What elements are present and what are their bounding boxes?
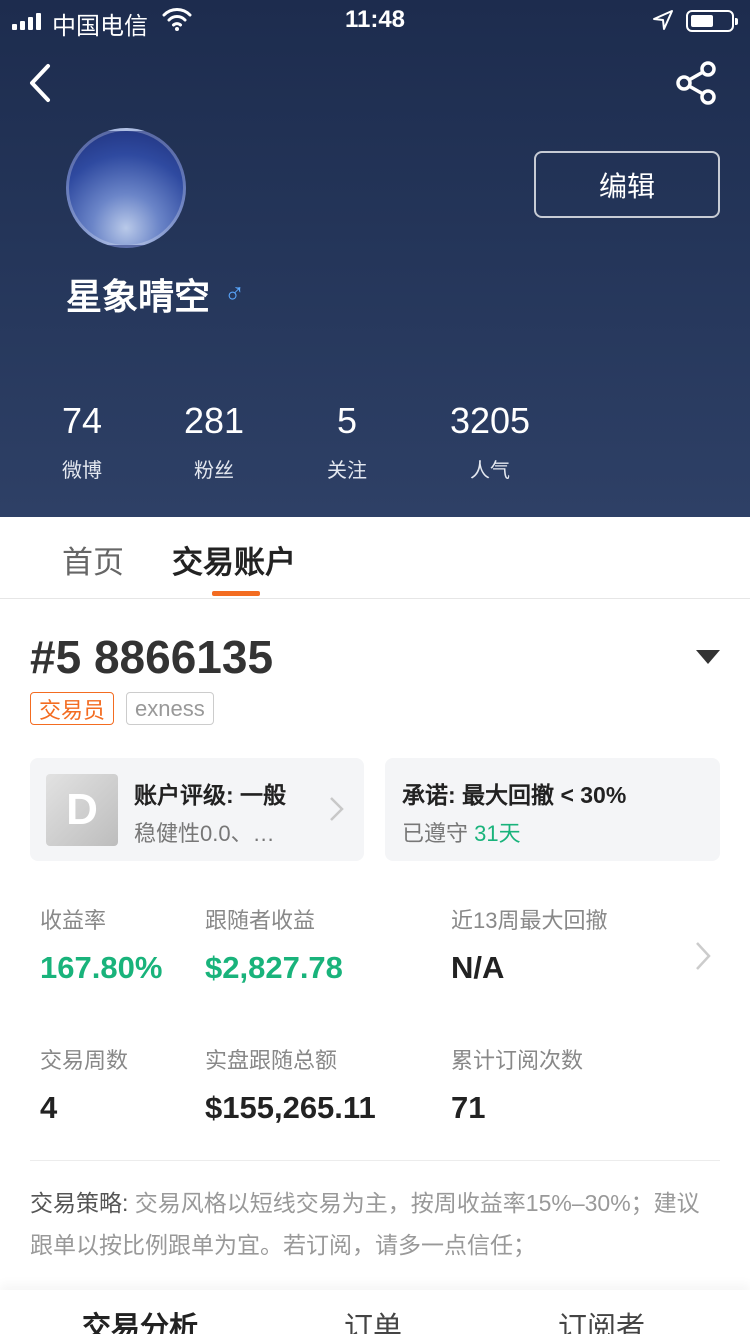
stat-label: 关注 bbox=[327, 460, 367, 482]
promise-kept-label: 已遵守 bbox=[402, 821, 469, 846]
promise-status: 已遵守 31天 bbox=[402, 816, 521, 848]
stat-label: 人气 bbox=[470, 460, 510, 482]
section-divider bbox=[30, 1160, 720, 1161]
chevron-right-icon bbox=[330, 797, 344, 821]
account-rating-card[interactable]: D 账户评级: 一般 稳健性0.0、… bbox=[30, 758, 364, 861]
male-icon: ♂ bbox=[224, 278, 246, 309]
promise-kept-days: 31天 bbox=[474, 821, 521, 846]
stat-value: 3205 bbox=[449, 400, 531, 441]
rating-subtitle: 稳健性0.0、… bbox=[134, 821, 275, 846]
max-drawdown-value: N/A bbox=[451, 950, 505, 985]
rating-title: 账户评级: 一般 bbox=[134, 782, 287, 808]
profile-header: 中国电信 11:48 编辑 星象晴空 ♂ 74 微博 281 粉丝 5 关注 3… bbox=[0, 0, 750, 517]
edit-profile-button[interactable]: 编辑 bbox=[534, 151, 720, 218]
stat-fans[interactable]: 281 粉丝 bbox=[170, 400, 258, 483]
stat-weibo[interactable]: 74 微博 bbox=[40, 400, 124, 483]
analysis-tabs: 交易分析 订单 订阅者 bbox=[0, 1290, 750, 1334]
return-rate-label: 收益率 bbox=[40, 908, 107, 933]
battery-icon bbox=[686, 10, 738, 32]
username: 星象晴空 ♂ bbox=[66, 268, 245, 320]
follow-total-value: $155,265.11 bbox=[205, 1090, 376, 1125]
strategy-text: 交易风格以短线交易为主，按周收益率15%–30%；建议跟单以按比例跟单为宜。若订… bbox=[30, 1190, 700, 1258]
avatar[interactable] bbox=[66, 128, 186, 248]
account-number: #5 8866135 bbox=[30, 631, 274, 683]
stat-value: 281 bbox=[183, 400, 245, 441]
role-badge: 交易员 bbox=[30, 692, 115, 725]
subscription-count-value: 71 bbox=[451, 1090, 486, 1125]
strategy-label: 交易策略: bbox=[30, 1190, 129, 1216]
trading-weeks-value: 4 bbox=[40, 1090, 58, 1125]
trading-weeks-label: 交易周数 bbox=[40, 1048, 129, 1073]
broker-badge: exness bbox=[126, 692, 214, 725]
stat-popularity: 3205 人气 bbox=[434, 400, 546, 483]
promise-title: 承诺: 最大回撤 < 30% bbox=[402, 782, 627, 808]
tab-home[interactable]: 首页 bbox=[62, 537, 124, 582]
max-drawdown-label: 近13周最大回撤 bbox=[451, 908, 608, 933]
stat-value: 5 bbox=[336, 400, 358, 441]
subscription-count-label: 累计订阅次数 bbox=[451, 1048, 584, 1073]
username-text: 星象晴空 bbox=[66, 276, 211, 317]
tab-trading-account[interactable]: 交易账户 bbox=[172, 537, 296, 582]
location-arrow-icon bbox=[653, 10, 673, 30]
stat-label: 粉丝 bbox=[194, 460, 234, 482]
clock: 11:48 bbox=[344, 6, 406, 33]
back-button[interactable] bbox=[22, 60, 62, 106]
stat-label: 微博 bbox=[62, 460, 102, 482]
return-rate-value: 167.80% bbox=[40, 950, 163, 985]
follower-profit-label: 跟随者收益 bbox=[205, 908, 316, 933]
tab-trading-analysis[interactable]: 交易分析 bbox=[82, 1304, 198, 1334]
stat-following[interactable]: 5 关注 bbox=[305, 400, 389, 483]
stat-value: 74 bbox=[61, 400, 103, 441]
profile-tabs: 首页 交易账户 bbox=[0, 517, 750, 599]
follow-total-label: 实盘跟随总额 bbox=[205, 1048, 338, 1073]
account-dropdown-icon[interactable] bbox=[696, 650, 720, 664]
chevron-right-icon[interactable] bbox=[694, 940, 712, 972]
tab-orders[interactable]: 订单 bbox=[344, 1304, 402, 1334]
follower-profit-value: $2,827.78 bbox=[205, 950, 343, 985]
rating-grade-icon: D bbox=[46, 774, 118, 846]
active-tab-indicator bbox=[212, 591, 260, 596]
trading-strategy: 交易策略: 交易风格以短线交易为主，按周收益率15%–30%；建议跟单以按比例跟… bbox=[30, 1182, 720, 1266]
share-icon[interactable] bbox=[672, 60, 720, 106]
promise-card: 承诺: 最大回撤 < 30% 已遵守 31天 bbox=[385, 758, 720, 861]
tab-subscribers[interactable]: 订阅者 bbox=[558, 1304, 645, 1334]
status-bar: 中国电信 11:48 bbox=[0, 0, 750, 40]
